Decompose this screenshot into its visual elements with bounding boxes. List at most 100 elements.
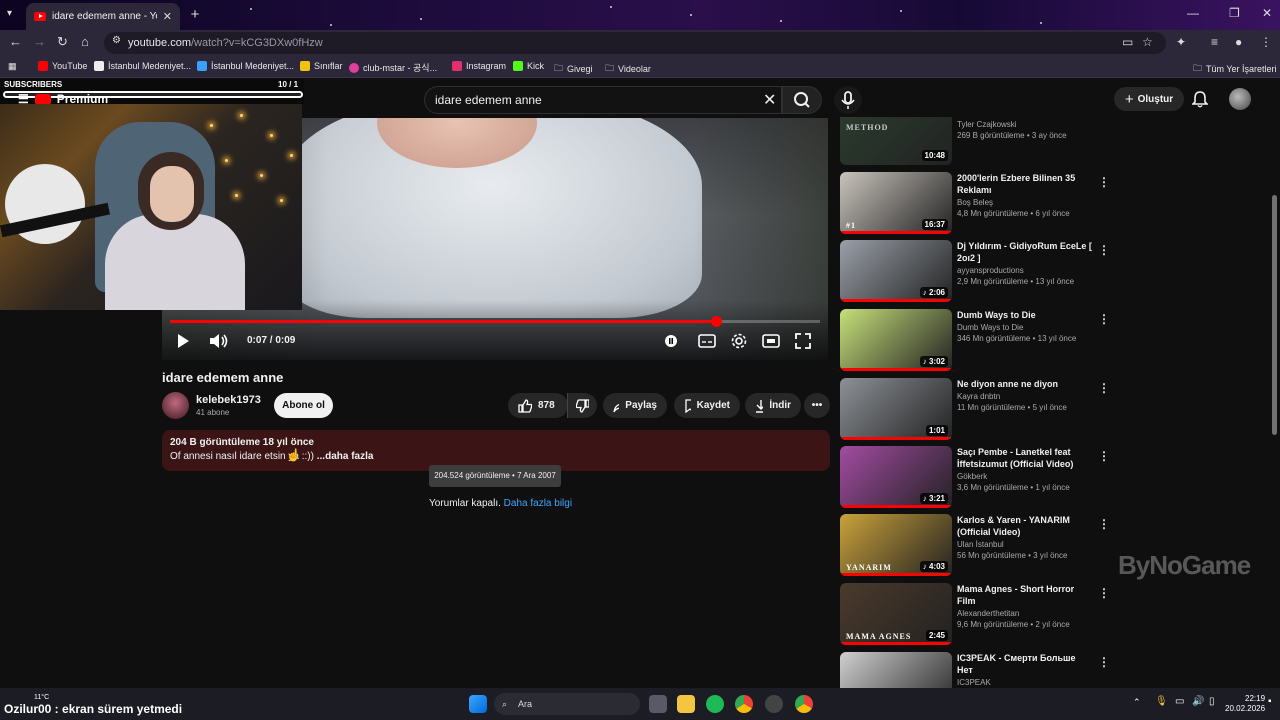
progress-bar[interactable] [170,316,820,327]
channel-name[interactable]: Boş Beleş [957,198,1093,207]
video-title[interactable]: Ne diyon anne ne diyon [957,378,1093,390]
file-explorer-icon[interactable] [677,695,695,713]
video-title[interactable]: Saçı Pembe - Lanetkel feat İffetsizumut … [957,446,1093,470]
video-thumbnail[interactable]: ♪ 2:06 [840,240,952,302]
recommended-video[interactable]: METHOD 10:48 Tyler Czajkowski 269 B görüntü… [840,102,1100,166]
fullscreen-button[interactable] [795,333,811,354]
home-icon[interactable]: ⌂ [81,34,89,49]
share-button[interactable]: Paylaş [603,393,667,418]
apps-icon[interactable]: ▦ [8,61,17,72]
video-title[interactable]: Karlos & Yaren - YANARIM (Official Video… [957,514,1093,538]
more-options-icon[interactable]: ⋮ [1098,449,1110,463]
minimize-icon[interactable]: — [1187,6,1199,20]
download-button[interactable]: İndir [745,393,801,418]
taskbar-search[interactable]: ⌕ Ara [494,693,640,715]
recommended-video[interactable]: 1:01 Ne diyon anne ne diyon Kayra dnbtn 11 … [840,378,1100,442]
clear-search-icon[interactable]: ✕ [763,90,776,110]
site-info-icon[interactable]: ⚙ [112,35,121,46]
reload-icon[interactable]: ↻ [57,34,68,50]
search-button[interactable] [782,86,822,114]
recommended-video[interactable]: MAMA AGNES 2:45 Mama Agnes - Short Horror … [840,583,1100,647]
all-bookmarks[interactable]: 🗀 Tüm Yer İşaretleri [1193,61,1277,77]
channel-name[interactable]: Dumb Ways to Die [957,323,1093,332]
start-button-icon[interactable] [469,695,487,713]
more-options-icon[interactable]: ⋮ [1098,655,1110,669]
channel-name[interactable]: Kayra dnbtn [957,392,1093,401]
bookmark-kick[interactable]: Kick [513,61,544,71]
tab-search-icon[interactable]: ▾ [7,8,12,19]
cast-icon[interactable]: ▭ [1122,35,1133,49]
more-options-icon[interactable]: ⋮ [1098,381,1110,395]
bookmark-videolar[interactable]: 🗀 Videolar [605,61,651,77]
video-thumbnail[interactable]: ♪ 3:21 [840,446,952,508]
more-options-icon[interactable]: ⋮ [1098,175,1110,189]
video-thumbnail[interactable]: MAMA AGNES 2:45 [840,583,952,645]
forward-icon[interactable]: → [33,34,46,49]
video-title[interactable]: 2000'lerin Ezbere Bilinen 35 Reklamı [957,172,1093,196]
mute-button[interactable] [209,333,229,354]
video-thumbnail[interactable]: #1 16:37 [840,172,952,234]
video-thumbnail[interactable]: 1:01 [840,378,952,440]
close-window-icon[interactable]: ✕ [1262,6,1272,20]
account-avatar[interactable] [1229,88,1251,110]
channel-name[interactable]: Alexanderthetitan [957,609,1093,618]
bookmark-istanbul-1[interactable]: İstanbul Medeniyet... [94,61,191,71]
back-icon[interactable]: ← [9,34,22,49]
progress-scrubber[interactable] [711,316,722,327]
tray-overflow-icon[interactable]: ⌃ [1133,697,1141,708]
menu-icon[interactable]: ⋮ [1260,35,1272,49]
play-button[interactable] [176,333,190,354]
video-title[interactable]: Dj Yıldırım - GidiyoRum EceLe [ 2oı2 ] [957,240,1093,264]
bookmark-givegi[interactable]: 🗀 Givegi [554,61,593,77]
channel-name[interactable]: Ulan İstanbul [957,540,1093,549]
more-actions-button[interactable]: ••• [804,393,830,418]
video-title[interactable]: IC3PEAK - Смерти Больше Нет [957,652,1093,676]
chrome-icon[interactable] [735,695,753,713]
network-icon[interactable]: ▭ [1175,696,1184,707]
theater-mode-button[interactable] [762,333,780,354]
more-options-icon[interactable]: ⋮ [1098,586,1110,600]
show-more-link[interactable]: ...daha fazla [317,451,374,462]
channel-name[interactable]: kelebek1973 [196,394,261,406]
recommended-video[interactable]: YANARIM ♪ 4:03 Karlos & Yaren - YANARIM (O… [840,514,1100,578]
notification-center-icon[interactable]: ▪ [1268,696,1272,707]
video-thumbnail[interactable]: METHOD 10:48 [840,117,952,165]
browser-tab[interactable]: idare edemem anne - YouTube ✕ [26,3,180,30]
address-bar[interactable]: youtube.com/watch?v=kCG3DXw0fHzw [104,32,1166,54]
video-thumbnail[interactable]: ♪ 3:02 [840,309,952,371]
spotify-icon[interactable] [706,695,724,713]
close-tab-icon[interactable]: ✕ [163,10,172,23]
recommended-video[interactable]: ♪ 3:21 Saçı Pembe - Lanetkel feat İffetsi… [840,446,1100,510]
bookmark-club-mstar[interactable]: club-mstar - 공식... [349,61,437,74]
mic-tray-icon[interactable]: 🎙 [1155,696,1168,707]
bookmark-istanbul-2[interactable]: İstanbul Medeniyet... [197,61,294,71]
battery-icon[interactable]: ▯ [1209,696,1215,707]
media-icon[interactable]: ≡ [1211,35,1218,49]
subtitles-button[interactable] [698,333,716,354]
recommended-video[interactable]: ♪ 3:02 Dumb Ways to Die Dumb Ways to Die 34… [840,309,1100,373]
settings-button[interactable] [730,332,748,355]
learn-more-link[interactable]: Daha fazla bilgi [504,498,572,509]
search-input[interactable]: idare edemem anne [424,86,782,114]
volume-tray-icon[interactable]: 🔊 [1192,696,1204,707]
autoplay-toggle[interactable] [662,333,680,354]
save-button[interactable]: Kaydet [674,393,740,418]
bookmark-star-icon[interactable]: ☆ [1142,35,1153,49]
channel-name[interactable]: Gökberk [957,472,1093,481]
subscribe-button[interactable]: Abone ol [274,393,333,418]
like-button[interactable]: 878 [508,393,568,418]
maximize-icon[interactable]: ❐ [1229,6,1240,20]
more-options-icon[interactable]: ⋮ [1098,312,1110,326]
video-title[interactable]: Mama Agnes - Short Horror Film [957,583,1093,607]
new-tab-icon[interactable]: + [186,6,204,24]
dislike-button[interactable] [567,393,597,418]
bookmark-youtube[interactable]: YouTube [38,61,87,71]
more-options-icon[interactable]: ⋮ [1098,517,1110,531]
video-title[interactable]: Dumb Ways to Die [957,309,1093,321]
weather-widget[interactable]: 11°C [34,694,49,701]
channel-name[interactable]: IC3PEAK [957,678,1093,687]
page-scrollbar[interactable] [1272,195,1277,435]
bookmark-siniflar[interactable]: Sınıflar [300,61,343,71]
video-thumbnail[interactable]: YANARIM ♪ 4:03 [840,514,952,576]
channel-name[interactable]: ayyansproductions [957,266,1093,275]
